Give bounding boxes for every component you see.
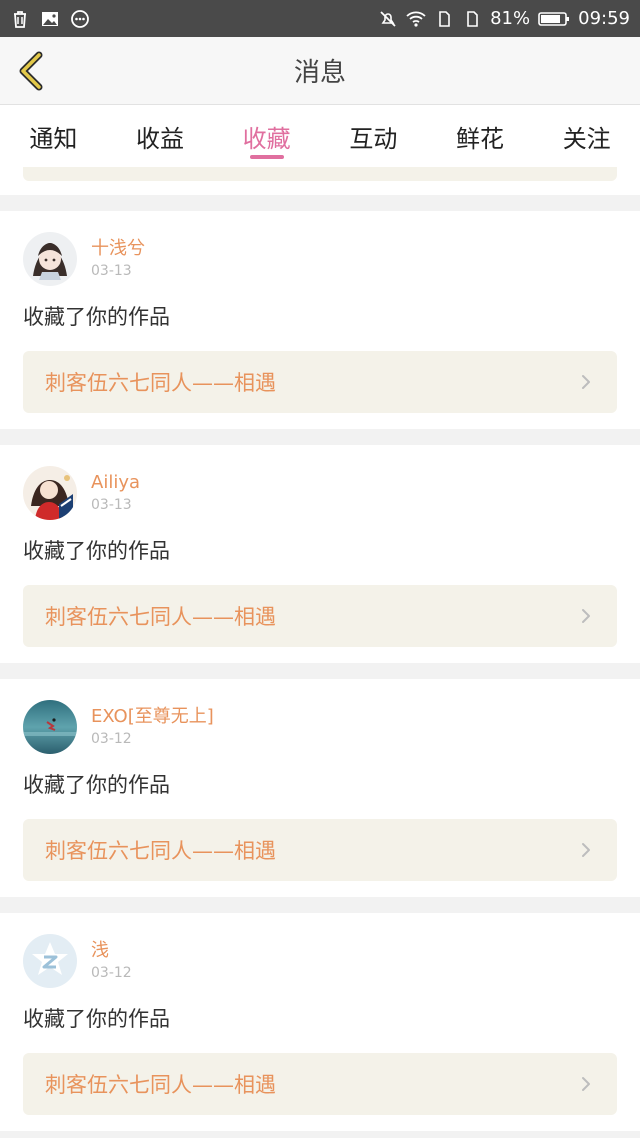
tab-interactions[interactable]: 互动	[320, 105, 427, 167]
chevron-right-icon	[577, 841, 595, 859]
chevron-right-icon	[577, 373, 595, 391]
action-text: 收藏了你的作品	[23, 773, 170, 797]
battery-percent: 81%	[490, 8, 531, 29]
tab-favorites[interactable]: 收藏	[213, 105, 320, 167]
action-text: 收藏了你的作品	[23, 539, 170, 563]
work-link[interactable]: 刺客伍六七同人——相遇	[23, 351, 617, 413]
message-card: 十浅兮 03-13 收藏了你的作品 刺客伍六七同人——相遇	[0, 211, 640, 429]
back-button[interactable]	[12, 49, 52, 93]
clock: 09:59	[578, 8, 630, 29]
trash-icon	[10, 9, 30, 29]
sim1-icon	[434, 9, 454, 29]
message-card: Ailiya 03-13 收藏了你的作品 刺客伍六七同人——相遇	[0, 445, 640, 663]
active-tab-indicator	[249, 155, 284, 159]
tab-label: 鲜花	[456, 124, 505, 153]
username[interactable]: Ailiya	[91, 471, 140, 495]
chevron-right-icon	[577, 607, 595, 625]
username[interactable]: 浅	[91, 939, 132, 963]
username[interactable]: 十浅兮	[91, 237, 145, 261]
tab-label: 互动	[349, 124, 398, 153]
status-bar: 81% 09:59	[0, 0, 640, 37]
work-link[interactable]: 刺客伍六七同人——相遇	[23, 585, 617, 647]
message-list[interactable]: 十浅兮 03-13 收藏了你的作品 刺客伍六七同人——相遇 Ailiya 03-…	[0, 167, 640, 1138]
divider	[0, 195, 640, 211]
message-date: 03-13	[91, 497, 132, 513]
mute-icon	[378, 9, 398, 29]
message-date: 03-13	[91, 263, 132, 279]
app-header: 消息	[0, 37, 640, 105]
work-title: 刺客伍六七同人——相遇	[45, 1073, 276, 1097]
partial-card	[0, 167, 640, 195]
work-link[interactable]: 刺客伍六七同人——相遇	[23, 1053, 617, 1115]
message-card: EXO[至尊无上] 03-12 收藏了你的作品 刺客伍六七同人——相遇	[0, 679, 640, 897]
image-icon	[40, 9, 60, 29]
work-title: 刺客伍六七同人——相遇	[45, 371, 276, 395]
tab-following[interactable]: 关注	[533, 105, 640, 167]
work-title: 刺客伍六七同人——相遇	[45, 839, 276, 863]
tab-earnings[interactable]: 收益	[107, 105, 214, 167]
tab-label: 收藏	[242, 124, 291, 153]
chevron-left-icon	[19, 51, 43, 91]
message-date: 03-12	[91, 965, 132, 981]
tab-bar: 通知 收益 收藏 互动 鲜花 关注	[0, 105, 640, 167]
partial-work-link[interactable]	[23, 167, 617, 181]
avatar[interactable]	[23, 466, 77, 520]
avatar[interactable]	[23, 700, 77, 754]
page-title: 消息	[293, 58, 346, 88]
more-circle-icon	[70, 9, 90, 29]
message-card: 浅 03-12 收藏了你的作品 刺客伍六七同人——相遇	[0, 913, 640, 1131]
message-date: 03-12	[91, 731, 132, 747]
avatar[interactable]	[23, 232, 77, 286]
action-text: 收藏了你的作品	[23, 1007, 170, 1031]
username[interactable]: EXO[至尊无上]	[91, 705, 214, 729]
action-text: 收藏了你的作品	[23, 305, 170, 329]
work-link[interactable]: 刺客伍六七同人——相遇	[23, 819, 617, 881]
tab-label: 收益	[136, 124, 184, 153]
sim2-icon	[462, 9, 482, 29]
wifi-icon	[406, 9, 426, 29]
battery-icon	[538, 9, 570, 29]
avatar[interactable]	[23, 934, 77, 988]
tab-label: 通知	[29, 124, 78, 153]
work-title: 刺客伍六七同人——相遇	[45, 605, 276, 629]
tab-notifications[interactable]: 通知	[0, 105, 107, 167]
tab-flowers[interactable]: 鲜花	[427, 105, 534, 167]
chevron-right-icon	[577, 1075, 595, 1093]
tab-label: 关注	[562, 124, 611, 153]
